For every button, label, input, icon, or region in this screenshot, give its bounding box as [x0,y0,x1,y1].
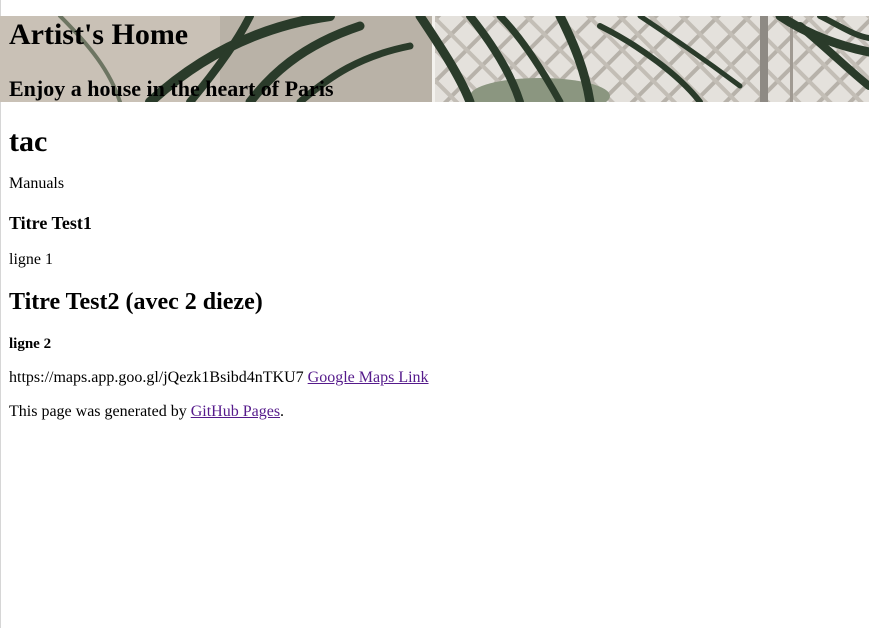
github-pages-link[interactable]: GitHub Pages [191,403,280,420]
footer-suffix: . [280,403,285,420]
footer-prefix: This page was generated by [9,403,191,420]
site-title: Artist's Home [9,18,189,51]
maps-paragraph: https://maps.app.goo.gl/jQezk1Bsibd4nTKU… [9,368,859,388]
footer-paragraph: This page was generated by GitHub Pages. [9,402,859,422]
page-heading: tac [9,125,48,158]
test2-heading: Titre Test2 (avec 2 dieze) [9,289,263,315]
manuals-text: Manuals [9,175,65,192]
main-content: tac Manuals Titre Test1 ligne 1 Titre Te… [9,102,859,422]
site-tagline: Enjoy a house in the heart of Paris [9,76,334,101]
test1-line: ligne 1 [9,251,53,268]
test2-line: ligne 2 [9,336,52,352]
test1-heading: Titre Test1 [9,213,92,233]
maps-url-text: https://maps.app.goo.gl/jQezk1Bsibd4nTKU… [9,369,304,386]
google-maps-link[interactable]: Google Maps Link [308,369,429,386]
